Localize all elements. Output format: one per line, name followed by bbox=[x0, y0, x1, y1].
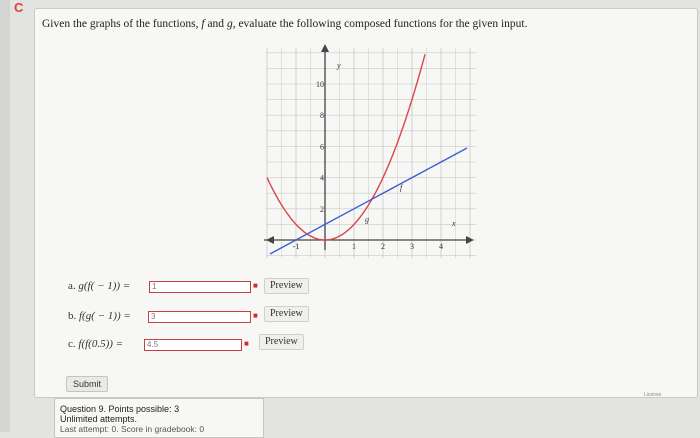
prompt-and: and bbox=[207, 18, 225, 30]
curve-label-g: g bbox=[365, 215, 369, 224]
y-tick-label: 8 bbox=[320, 111, 324, 120]
part-a-answer-input[interactable]: 1 bbox=[149, 281, 251, 293]
part-a-label: a. bbox=[68, 280, 76, 292]
y-axis-arrow-icon bbox=[321, 44, 329, 52]
part-a-expression: g(f( − 1)) = bbox=[78, 280, 131, 292]
prompt-prefix: Given the graphs of the functions, bbox=[42, 18, 199, 30]
part-c-expression: f(f(0.5)) = bbox=[78, 338, 124, 350]
x-tick-label: 4 bbox=[439, 242, 443, 251]
part-c-preview-button[interactable]: Preview bbox=[259, 334, 304, 350]
y-tick-label: 10 bbox=[316, 80, 324, 89]
part-c-incorrect-icon: ■ bbox=[244, 339, 249, 348]
x-tick-label: 2 bbox=[381, 242, 385, 251]
curve-label-f: f bbox=[400, 183, 404, 192]
browser-edge bbox=[0, 0, 10, 432]
part-c: c. f(f(0.5)) = bbox=[68, 338, 123, 350]
part-b-label: b. bbox=[68, 310, 77, 322]
attempts-info: Unlimited attempts. bbox=[60, 414, 138, 424]
part-b-incorrect-icon: ■ bbox=[253, 311, 258, 320]
last-attempt-info: Last attempt: 0. Score in gradebook: 0 bbox=[60, 424, 205, 434]
license-link[interactable]: License bbox=[644, 392, 661, 398]
x-tick-label: -1 bbox=[293, 242, 300, 251]
part-a-incorrect-icon: ■ bbox=[253, 281, 258, 290]
y-tick-label: 2 bbox=[320, 205, 324, 214]
x-tick-label: 3 bbox=[410, 242, 414, 251]
part-a-preview-button[interactable]: Preview bbox=[264, 278, 309, 294]
part-c-answer-input[interactable]: 4.5 bbox=[144, 339, 242, 351]
part-a: a. g(f( − 1)) = bbox=[68, 280, 130, 292]
prompt-suffix: , evaluate the following composed functi… bbox=[232, 18, 528, 30]
part-c-label: c. bbox=[68, 338, 76, 350]
curve-g bbox=[266, 54, 426, 241]
y-tick-label: 4 bbox=[320, 174, 324, 183]
y-axis-label: y bbox=[336, 61, 341, 70]
function-f-name: f bbox=[201, 18, 205, 30]
question-number: Question 9. Points possible: 3 bbox=[60, 404, 180, 414]
question-info-box: Question 9. Points possible: 3 Unlimited… bbox=[54, 398, 264, 438]
graph-axes bbox=[264, 44, 474, 250]
part-b-answer-input[interactable]: 3 bbox=[148, 311, 251, 323]
part-b-preview-button[interactable]: Preview bbox=[264, 306, 309, 322]
function-graph: 10 8 6 4 2 -1 1 2 3 4 y x f g bbox=[264, 44, 476, 258]
graph-tick-labels: 10 8 6 4 2 -1 1 2 3 4 bbox=[293, 80, 443, 251]
reload-icon[interactable]: C bbox=[14, 0, 23, 15]
question-prompt: Given the graphs of the functions, f and… bbox=[42, 18, 527, 30]
x-tick-label: 1 bbox=[352, 242, 356, 251]
part-b-expression: f(g( − 1)) = bbox=[79, 310, 131, 322]
y-tick-label: 6 bbox=[320, 142, 324, 151]
submit-button[interactable]: Submit bbox=[66, 376, 109, 392]
x-axis-label: x bbox=[451, 219, 456, 228]
part-b: b. f(g( − 1)) = bbox=[68, 310, 131, 322]
